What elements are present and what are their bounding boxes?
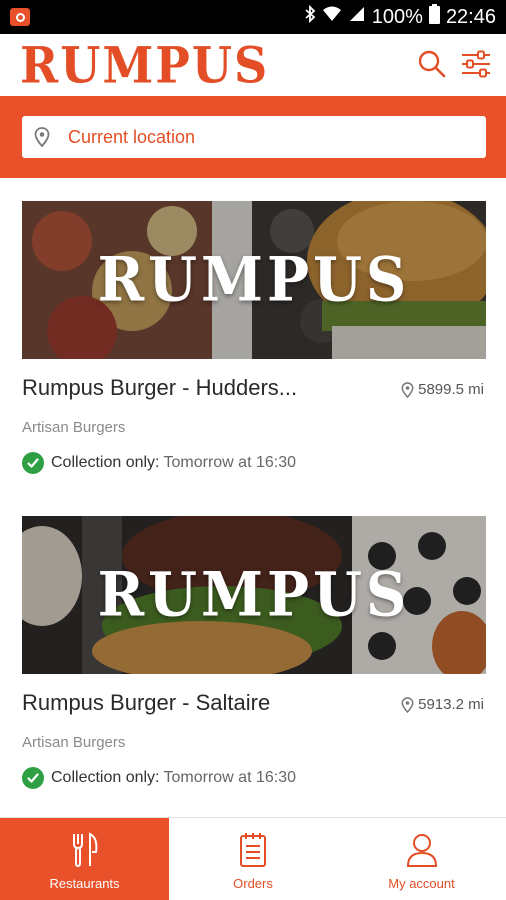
battery-percent: 100%	[371, 5, 423, 28]
user-icon	[406, 834, 437, 867]
collection-label: Collection only:	[51, 769, 160, 786]
bottom-nav: Restaurants Orders My account	[0, 817, 506, 900]
nav-restaurants[interactable]: Restaurants	[0, 818, 169, 900]
location-placeholder: Current location	[68, 126, 196, 147]
collection-time: Tomorrow at 16:30	[163, 454, 297, 471]
restaurant-card[interactable]: RUMPUS Rumpus Burger - Hudders... 5899.5…	[22, 201, 486, 474]
collection-info: Collection only: Tomorrow at 16:30	[22, 452, 296, 474]
restaurant-category: Artisan Burgers	[22, 734, 126, 751]
collection-label: Collection only:	[51, 454, 160, 471]
location-bar: Current location	[0, 96, 506, 178]
distance-value: 5913.2 mi	[418, 696, 484, 713]
restaurant-image-logo: RUMPUS	[97, 244, 411, 316]
app-notification-icon	[10, 8, 30, 26]
search-icon	[418, 50, 446, 78]
bluetooth-icon	[304, 4, 316, 29]
restaurant-category: Artisan Burgers	[22, 419, 126, 436]
signal-icon	[348, 5, 366, 29]
nav-my-account[interactable]: My account	[337, 818, 506, 900]
restaurant-image-logo: RUMPUS	[97, 559, 411, 631]
location-pin-icon	[401, 696, 414, 713]
status-bar: 100% 22:46	[0, 0, 506, 34]
restaurant-distance: 5899.5 mi	[401, 381, 484, 398]
clipboard-icon	[240, 833, 266, 867]
cutlery-icon	[72, 832, 97, 867]
clock: 22:46	[445, 5, 496, 28]
nav-orders[interactable]: Orders	[169, 818, 337, 900]
status-indicators: 100% 22:46	[304, 0, 496, 34]
battery-icon	[428, 4, 440, 30]
collection-info: Collection only: Tomorrow at 16:30	[22, 767, 296, 789]
location-pin-icon	[401, 381, 414, 398]
sliders-icon	[462, 50, 490, 78]
location-input[interactable]: Current location	[22, 116, 486, 158]
check-circle-icon	[22, 452, 44, 474]
filter-button[interactable]	[460, 48, 492, 80]
check-circle-icon	[22, 767, 44, 789]
brand-logo: RUMPUS	[20, 36, 270, 95]
nav-label: Orders	[233, 876, 273, 891]
wifi-icon	[322, 5, 342, 29]
distance-value: 5899.5 mi	[418, 381, 484, 398]
restaurant-image: RUMPUS	[22, 201, 486, 359]
location-pin-icon	[34, 127, 50, 147]
restaurant-card[interactable]: RUMPUS Rumpus Burger - Saltaire 5913.2 m…	[22, 516, 486, 789]
search-button[interactable]	[416, 48, 448, 80]
app-header: RUMPUS	[0, 34, 506, 96]
nav-label: My account	[388, 876, 455, 891]
restaurant-distance: 5913.2 mi	[401, 696, 484, 713]
nav-label: Restaurants	[49, 876, 120, 891]
restaurant-name: Rumpus Burger - Hudders...	[22, 375, 298, 400]
restaurant-image: RUMPUS	[22, 516, 486, 674]
collection-time: Tomorrow at 16:30	[163, 769, 297, 786]
restaurant-name: Rumpus Burger - Saltaire	[22, 690, 271, 715]
